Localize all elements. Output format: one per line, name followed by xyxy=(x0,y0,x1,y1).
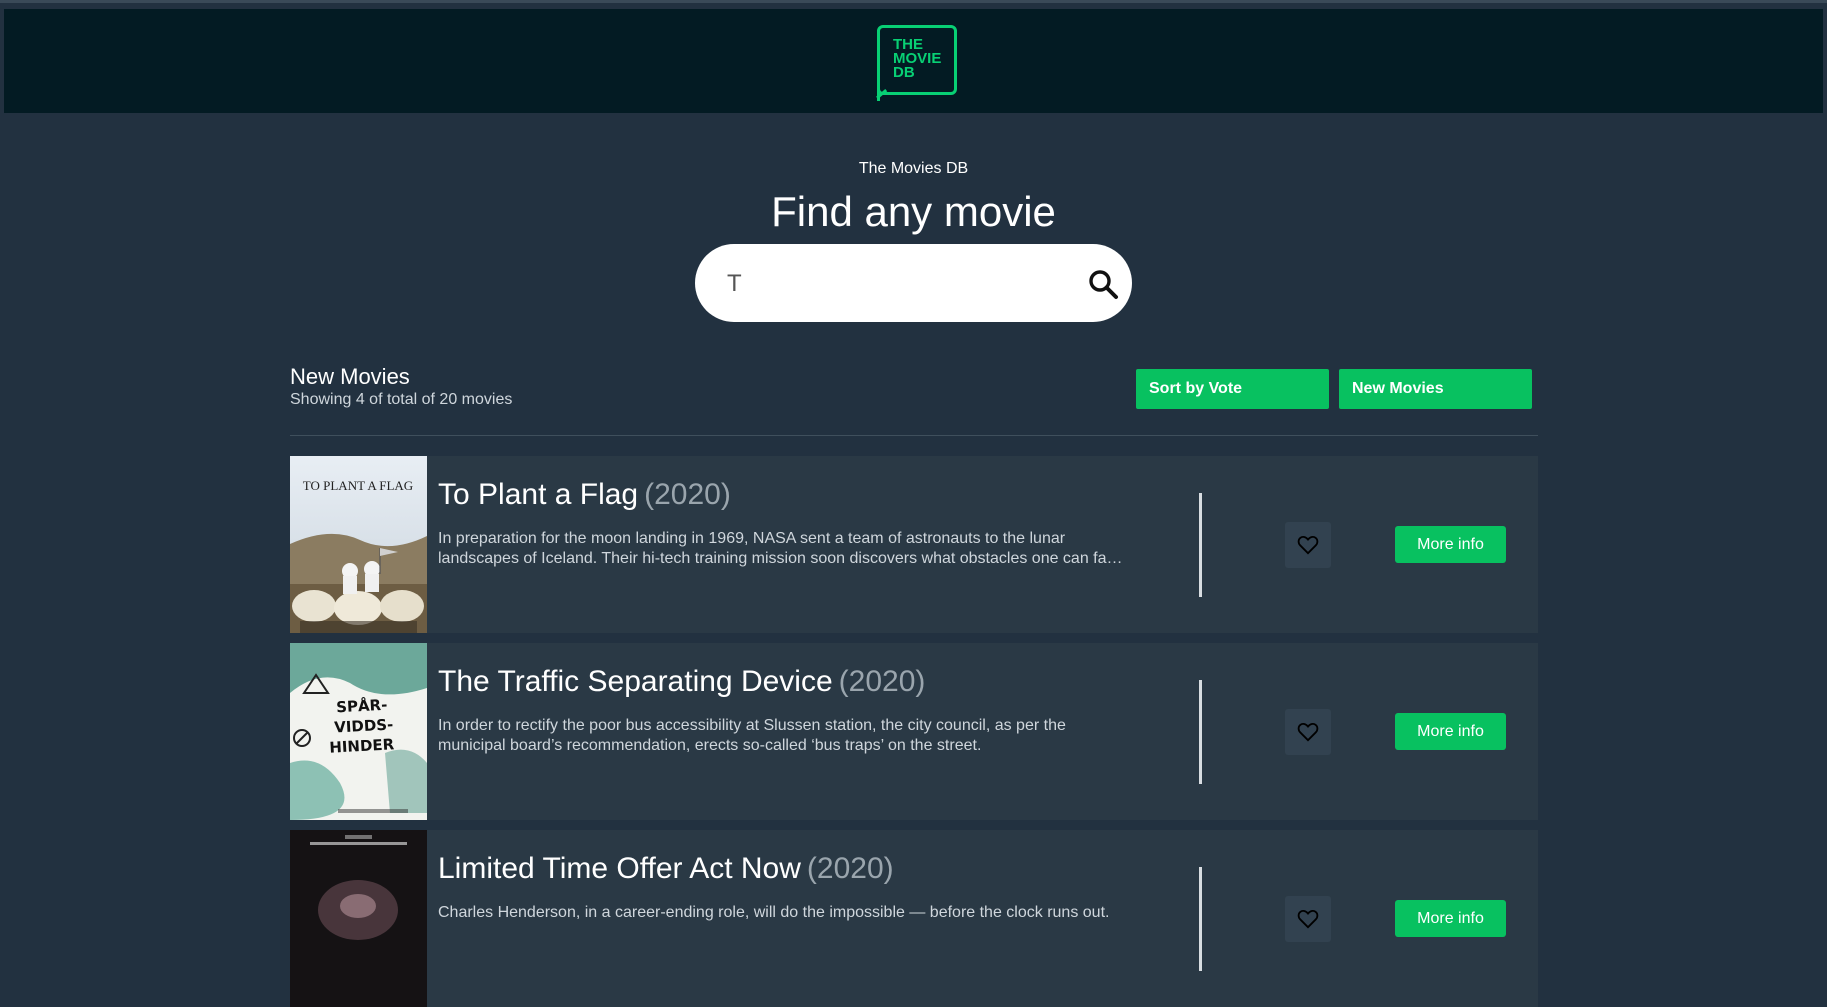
svg-text:VIDDS-: VIDDS- xyxy=(334,715,394,736)
movie-title-text[interactable]: To Plant a Flag xyxy=(438,478,638,511)
card-separator xyxy=(1199,680,1202,784)
svg-text:HINDER: HINDER xyxy=(329,735,395,756)
movie-card: SPÅR- VIDDS- HINDER The Traffic Separati… xyxy=(290,643,1538,820)
site-name: The Movies DB xyxy=(858,160,969,177)
movie-poster[interactable]: TO PLANT A FLAG xyxy=(290,456,427,633)
movie-description: In order to rectify the poor bus accessi… xyxy=(438,717,1066,754)
svg-text:SPÅR-: SPÅR- xyxy=(336,695,388,717)
search-icon[interactable] xyxy=(1087,268,1119,300)
movie-poster[interactable] xyxy=(290,830,427,1007)
card-separator xyxy=(1199,493,1202,597)
hero-title: Find any movie xyxy=(771,188,1056,235)
movie-poster[interactable]: SPÅR- VIDDS- HINDER xyxy=(290,643,427,820)
logo-speech-tail xyxy=(877,89,887,101)
favorite-button[interactable] xyxy=(1285,896,1331,942)
movie-card: TO PLANT A FLAG To Plant a Flag (2020) In… xyxy=(290,456,1538,633)
tmdb-logo[interactable]: THE MOVIE DB xyxy=(877,25,957,101)
movie-card: Limited Time Offer Act Now (2020) Charles… xyxy=(290,830,1538,1007)
more-info-button[interactable]: More info xyxy=(1395,526,1506,563)
movie-title: The Traffic Separating Device (2020) xyxy=(438,665,925,699)
movie-title: To Plant a Flag (2020) xyxy=(438,478,731,512)
movie-year: (2020) xyxy=(838,665,926,698)
sort-by-vote-button[interactable]: Sort by Vote xyxy=(1136,369,1329,409)
heart-icon xyxy=(1297,909,1319,929)
movie-year: (2020) xyxy=(644,478,731,511)
logo-text: THE MOVIE DB xyxy=(893,37,941,81)
search-box xyxy=(695,244,1132,322)
list-divider xyxy=(290,435,1538,436)
favorite-button[interactable] xyxy=(1285,709,1331,755)
more-info-button[interactable]: More info xyxy=(1395,900,1506,937)
movie-description: Charles Henderson, in a career-ending ro… xyxy=(438,904,1110,921)
list-subtitle: Showing 4 of total of 20 movies xyxy=(290,391,513,408)
movie-title-text[interactable]: The Traffic Separating Device xyxy=(438,665,833,698)
favorite-button[interactable] xyxy=(1285,522,1331,568)
card-separator xyxy=(1199,867,1202,971)
movie-year: (2020) xyxy=(806,852,894,885)
heart-icon xyxy=(1297,535,1319,555)
site-header: THE MOVIE DB xyxy=(4,9,1823,113)
search-input[interactable] xyxy=(725,262,1059,306)
poster-text: TO PLANT A FLAG xyxy=(303,478,413,493)
new-movies-button[interactable]: New Movies xyxy=(1339,369,1532,409)
movie-title-text[interactable]: Limited Time Offer Act Now xyxy=(438,852,801,885)
movie-title: Limited Time Offer Act Now (2020) xyxy=(438,852,894,886)
logo-line-3: DB xyxy=(893,64,915,81)
list-title: New Movies xyxy=(290,364,410,389)
movie-description: In preparation for the moon landing in 1… xyxy=(438,530,1124,567)
heart-icon xyxy=(1297,722,1319,742)
top-strip xyxy=(0,0,1827,3)
more-info-button[interactable]: More info xyxy=(1395,713,1506,750)
